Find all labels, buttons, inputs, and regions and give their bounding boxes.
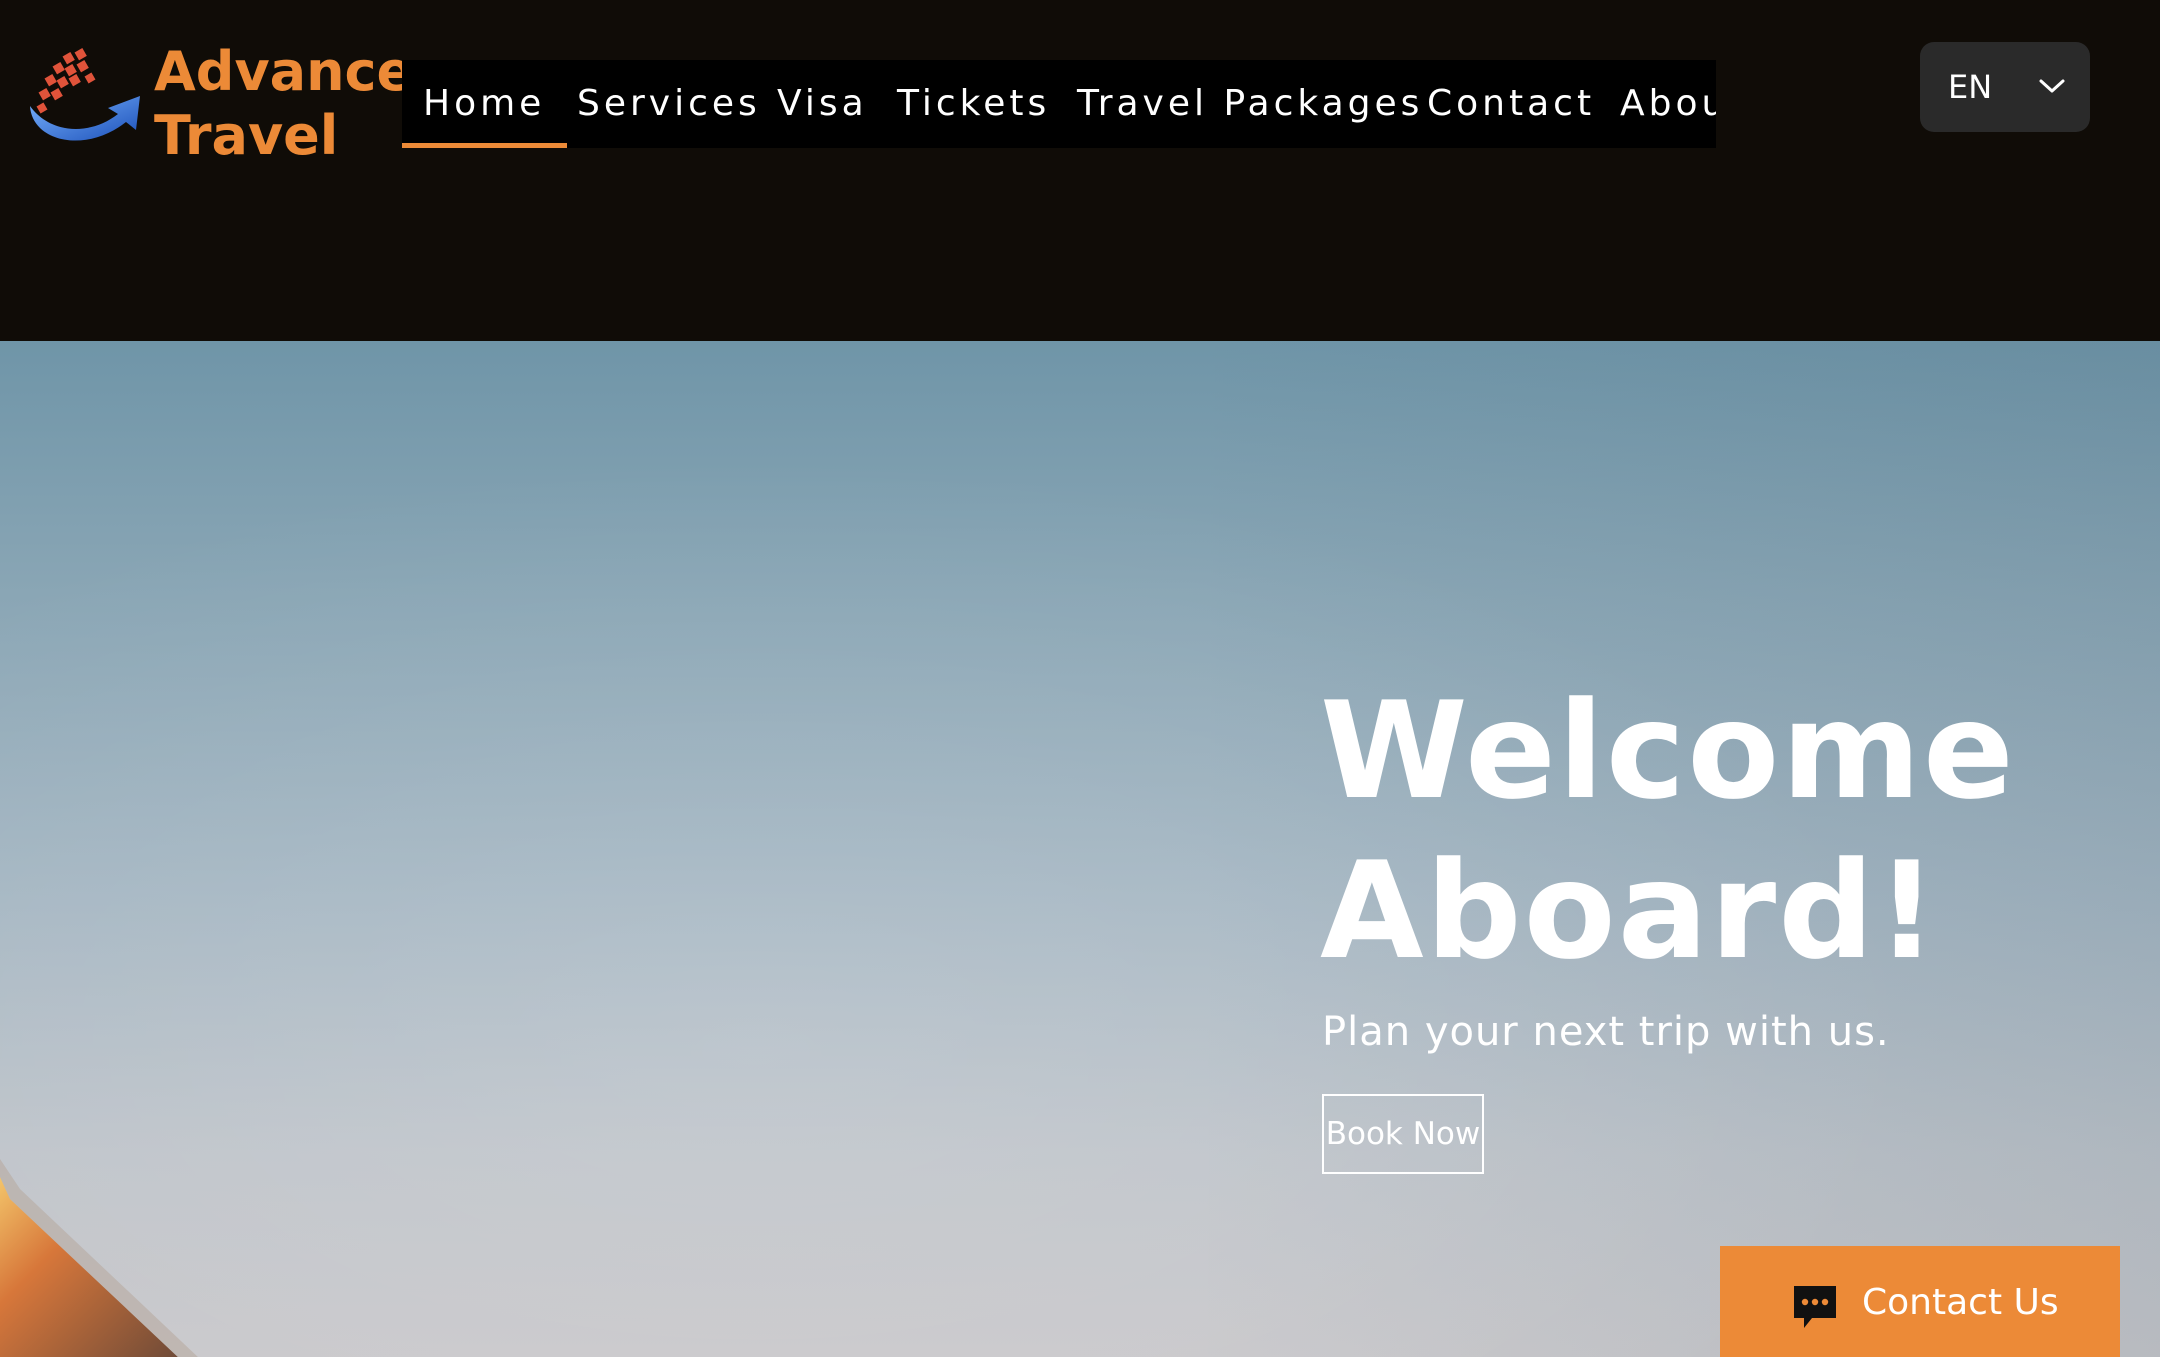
language-value: EN (1948, 68, 1993, 106)
book-now-button[interactable]: Book Now (1322, 1094, 1484, 1174)
hero-title: Welcome Aboard! (1320, 671, 2016, 991)
nav-item-travel-packages[interactable]: Travel Packages (1077, 60, 1423, 148)
page: Advance Travel Home Services Visa Ticket… (0, 0, 2160, 1357)
nav-item-services[interactable]: Services (577, 60, 761, 148)
airplane-wing-image (0, 1159, 198, 1357)
nav-item-tickets[interactable]: Tickets (897, 60, 1050, 148)
brand-line-1: Advance (154, 40, 414, 103)
hero-subtitle: Plan your next trip with us. (1322, 1009, 1890, 1055)
chat-bubble-icon (1794, 1286, 1836, 1328)
contact-us-label: Contact Us (1862, 1282, 2059, 1323)
hero-title-line-2: Aboard! (1320, 833, 1940, 989)
brand-line-2: Travel (154, 104, 339, 167)
nav-item-home[interactable]: Home (402, 60, 568, 148)
site-header: Advance Travel Home Services Visa Ticket… (0, 0, 2160, 341)
chevron-down-icon (2039, 79, 2065, 93)
language-selector[interactable]: EN (1920, 42, 2090, 132)
nav-item-visa[interactable]: Visa (777, 60, 868, 148)
globe-arrow-logo[interactable] (26, 46, 144, 154)
nav-item-contact[interactable]: Contact (1427, 60, 1595, 148)
contact-us-button[interactable]: Contact Us (1720, 1246, 2120, 1357)
main-nav: Home Services Visa Tickets Travel Packag… (402, 60, 1716, 148)
hero-title-line-1: Welcome (1320, 673, 2016, 829)
brand-name[interactable]: Advance Travel (154, 40, 413, 168)
hero-section: Welcome Aboard! Plan your next trip with… (0, 341, 2160, 1357)
nav-item-about[interactable]: Abou (1620, 60, 1716, 148)
